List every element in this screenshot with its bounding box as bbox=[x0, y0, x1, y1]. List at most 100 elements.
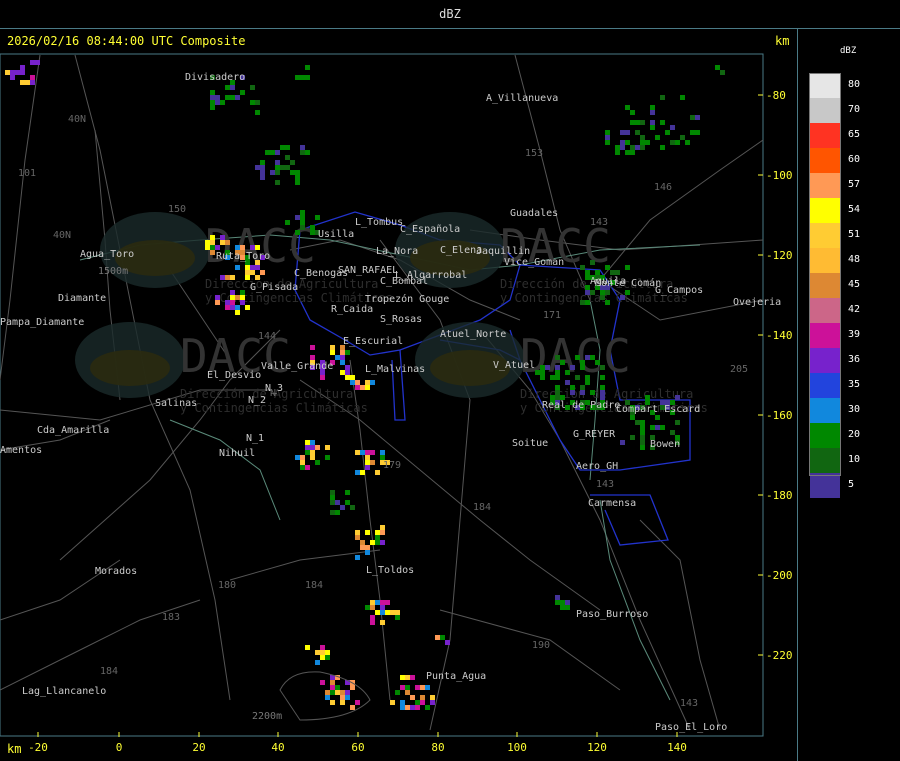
radar-echo-cell bbox=[565, 600, 570, 605]
x-tick-label: 120 bbox=[587, 741, 607, 754]
route-number: 40N bbox=[68, 114, 86, 125]
radar-echo-cell bbox=[310, 225, 315, 230]
radar-echo-cell bbox=[355, 535, 360, 540]
radar-echo-cell bbox=[420, 685, 425, 690]
radar-echo-cell bbox=[630, 120, 635, 125]
y-tick-label: -120 bbox=[766, 249, 793, 262]
radar-echo-cell bbox=[560, 605, 565, 610]
route-number: 143 bbox=[596, 479, 614, 490]
radar-echo-cell bbox=[590, 355, 595, 360]
radar-echo-cell bbox=[260, 270, 265, 275]
legend-swatch bbox=[810, 273, 840, 298]
legend-row: 65 bbox=[810, 123, 898, 148]
radar-echo-cell bbox=[310, 440, 315, 445]
radar-echo-cell bbox=[230, 95, 235, 100]
radar-echo-cell bbox=[215, 295, 220, 300]
radar-echo-cell bbox=[285, 220, 290, 225]
place-label: Carmensa bbox=[588, 498, 636, 509]
radar-echo-cell bbox=[315, 460, 320, 465]
radar-echo-cell bbox=[615, 145, 620, 150]
radar-echo-cell bbox=[540, 375, 545, 380]
radar-echo-cell bbox=[365, 460, 370, 465]
radar-echo-cell bbox=[295, 180, 300, 185]
radar-echo-cell bbox=[345, 365, 350, 370]
radar-echo-cell bbox=[640, 135, 645, 140]
radar-map[interactable]: DACC Dirección de Agricultura y Contingenc… bbox=[0, 29, 798, 761]
road bbox=[0, 54, 41, 381]
legend-label: 48 bbox=[848, 254, 861, 265]
radar-echo-cell bbox=[580, 390, 585, 395]
radar-echo-cell bbox=[330, 345, 335, 350]
radar-echo-cell bbox=[340, 360, 345, 365]
radar-echo-cell bbox=[230, 275, 235, 280]
radar-echo-cell bbox=[630, 435, 635, 440]
radar-echo-cell bbox=[405, 675, 410, 680]
radar-echo-cell bbox=[400, 675, 405, 680]
radar-echo-cell bbox=[595, 360, 600, 365]
radar-echo-cell bbox=[565, 370, 570, 375]
radar-echo-cell bbox=[365, 385, 370, 390]
radar-echo-cell bbox=[355, 700, 360, 705]
radar-echo-cell bbox=[560, 360, 565, 365]
radar-echo-cell bbox=[310, 230, 315, 235]
radar-echo-cell bbox=[235, 305, 240, 310]
radar-echo-cell bbox=[295, 455, 300, 460]
radar-echo-cell bbox=[400, 705, 405, 710]
y-tick-label: -200 bbox=[766, 569, 793, 582]
radar-echo-cell bbox=[210, 235, 215, 240]
radar-echo-cell bbox=[620, 295, 625, 300]
radar-echo-cell bbox=[300, 220, 305, 225]
radar-echo-cell bbox=[300, 145, 305, 150]
radar-echo-cell bbox=[330, 680, 335, 685]
radar-echo-cell bbox=[300, 75, 305, 80]
radar-echo-cell bbox=[590, 290, 595, 295]
place-label: A_Villanueva bbox=[486, 93, 558, 104]
road bbox=[229, 549, 381, 581]
radar-echo-cell bbox=[235, 95, 240, 100]
radar-echo-cell bbox=[660, 145, 665, 150]
radar-echo-cell bbox=[380, 620, 385, 625]
place-label: V_Atuel bbox=[493, 360, 535, 371]
radar-echo-cell bbox=[350, 380, 355, 385]
radar-echo-cell bbox=[300, 465, 305, 470]
place-label: C_Española bbox=[400, 224, 460, 235]
radar-echo-cell bbox=[210, 250, 215, 255]
unit-label-top: km bbox=[775, 34, 790, 48]
radar-echo-cell bbox=[715, 65, 720, 70]
legend-row: 51 bbox=[810, 223, 898, 248]
place-label: Vice_Goman bbox=[504, 257, 564, 268]
title-bar: dBZ bbox=[0, 0, 900, 29]
legend-row: 80 bbox=[810, 73, 898, 98]
radar-echo-cell bbox=[225, 275, 230, 280]
map-canvas[interactable]: DACC Dirección de Agricultura y Contingenc… bbox=[0, 29, 798, 761]
radar-echo-cell bbox=[680, 95, 685, 100]
radar-echo-cell bbox=[315, 445, 320, 450]
radar-echo-cell bbox=[625, 150, 630, 155]
radar-echo-cell bbox=[435, 635, 440, 640]
radar-echo-cell bbox=[20, 65, 25, 70]
radar-echo-cell bbox=[305, 450, 310, 455]
place-label: Soitue bbox=[512, 438, 548, 449]
place-label: Aguila bbox=[590, 276, 626, 287]
radar-echo-cell bbox=[320, 375, 325, 380]
radar-echo-cell bbox=[210, 240, 215, 245]
radar-echo-cell bbox=[305, 65, 310, 70]
radar-echo-cell bbox=[375, 540, 380, 545]
radar-echo-cell bbox=[325, 455, 330, 460]
radar-echo-cell bbox=[620, 440, 625, 445]
radar-echo-cell bbox=[275, 170, 280, 175]
legend-label: 51 bbox=[848, 229, 861, 240]
radar-echo-cell bbox=[310, 450, 315, 455]
place-label: Nihuil bbox=[219, 448, 255, 459]
radar-echo-cell bbox=[400, 700, 405, 705]
place-label: Agua_Toro bbox=[80, 249, 134, 260]
radar-echo-cell bbox=[360, 470, 365, 475]
radar-echo-cell bbox=[720, 70, 725, 75]
legend-row: 42 bbox=[810, 298, 898, 323]
radar-echo-cell bbox=[410, 705, 415, 710]
radar-echo-cell bbox=[625, 140, 630, 145]
radar-echo-cell bbox=[590, 390, 595, 395]
radar-echo-cell bbox=[210, 90, 215, 95]
radar-echo-cell bbox=[275, 180, 280, 185]
route-number: 101 bbox=[18, 168, 36, 179]
